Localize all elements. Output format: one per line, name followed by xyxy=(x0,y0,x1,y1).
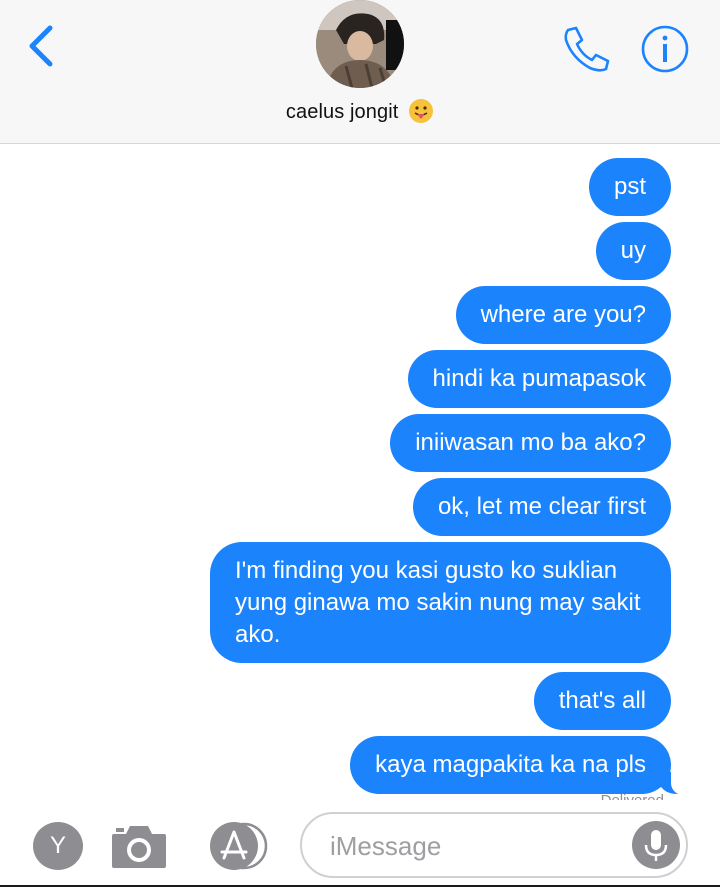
info-button[interactable] xyxy=(640,24,690,74)
delivered-status: Delivered xyxy=(601,792,664,800)
message-bubble[interactable]: hindi ka pumapasok xyxy=(407,350,671,408)
app-store-button[interactable] xyxy=(204,822,270,870)
contact-name-text: caelus jongit xyxy=(285,101,399,123)
camera-icon xyxy=(112,826,166,868)
microphone-icon xyxy=(644,830,668,861)
message-bubble[interactable]: ok, let me clear first xyxy=(412,478,671,536)
camera-button[interactable] xyxy=(110,822,168,870)
message-bubble[interactable]: uy xyxy=(595,222,671,280)
avatar[interactable] xyxy=(316,0,404,88)
message-bubble[interactable]: where are you? xyxy=(455,286,671,344)
back-button[interactable] xyxy=(22,22,62,70)
y-app-button[interactable]: Y xyxy=(33,822,83,870)
message-input[interactable] xyxy=(328,824,622,868)
chevron-left-icon xyxy=(29,25,53,67)
message-bubble[interactable]: pst xyxy=(588,158,671,216)
message-bubble[interactable]: iniiwasan mo ba ako? xyxy=(390,414,671,472)
app-store-icon xyxy=(210,822,268,870)
tongue-face-emoji xyxy=(408,98,434,124)
phone-icon xyxy=(564,26,610,72)
conversation-header: caelus jongit xyxy=(0,0,720,144)
info-icon xyxy=(641,25,689,73)
message-bubble[interactable]: kaya magpakita ka na pls xyxy=(350,736,693,795)
message-bubble[interactable]: I'm finding you kasi gusto ko suklian yu… xyxy=(210,542,671,663)
imessage-field[interactable] xyxy=(300,812,688,878)
call-button[interactable] xyxy=(560,24,612,74)
contact-name[interactable]: caelus jongit xyxy=(0,98,720,124)
message-list[interactable]: pst uy where are you? hindi ka pumapasok… xyxy=(0,144,720,800)
microphone-button[interactable] xyxy=(632,821,680,869)
message-bubble[interactable]: that's all xyxy=(533,672,671,730)
input-bar: Y xyxy=(0,800,720,887)
